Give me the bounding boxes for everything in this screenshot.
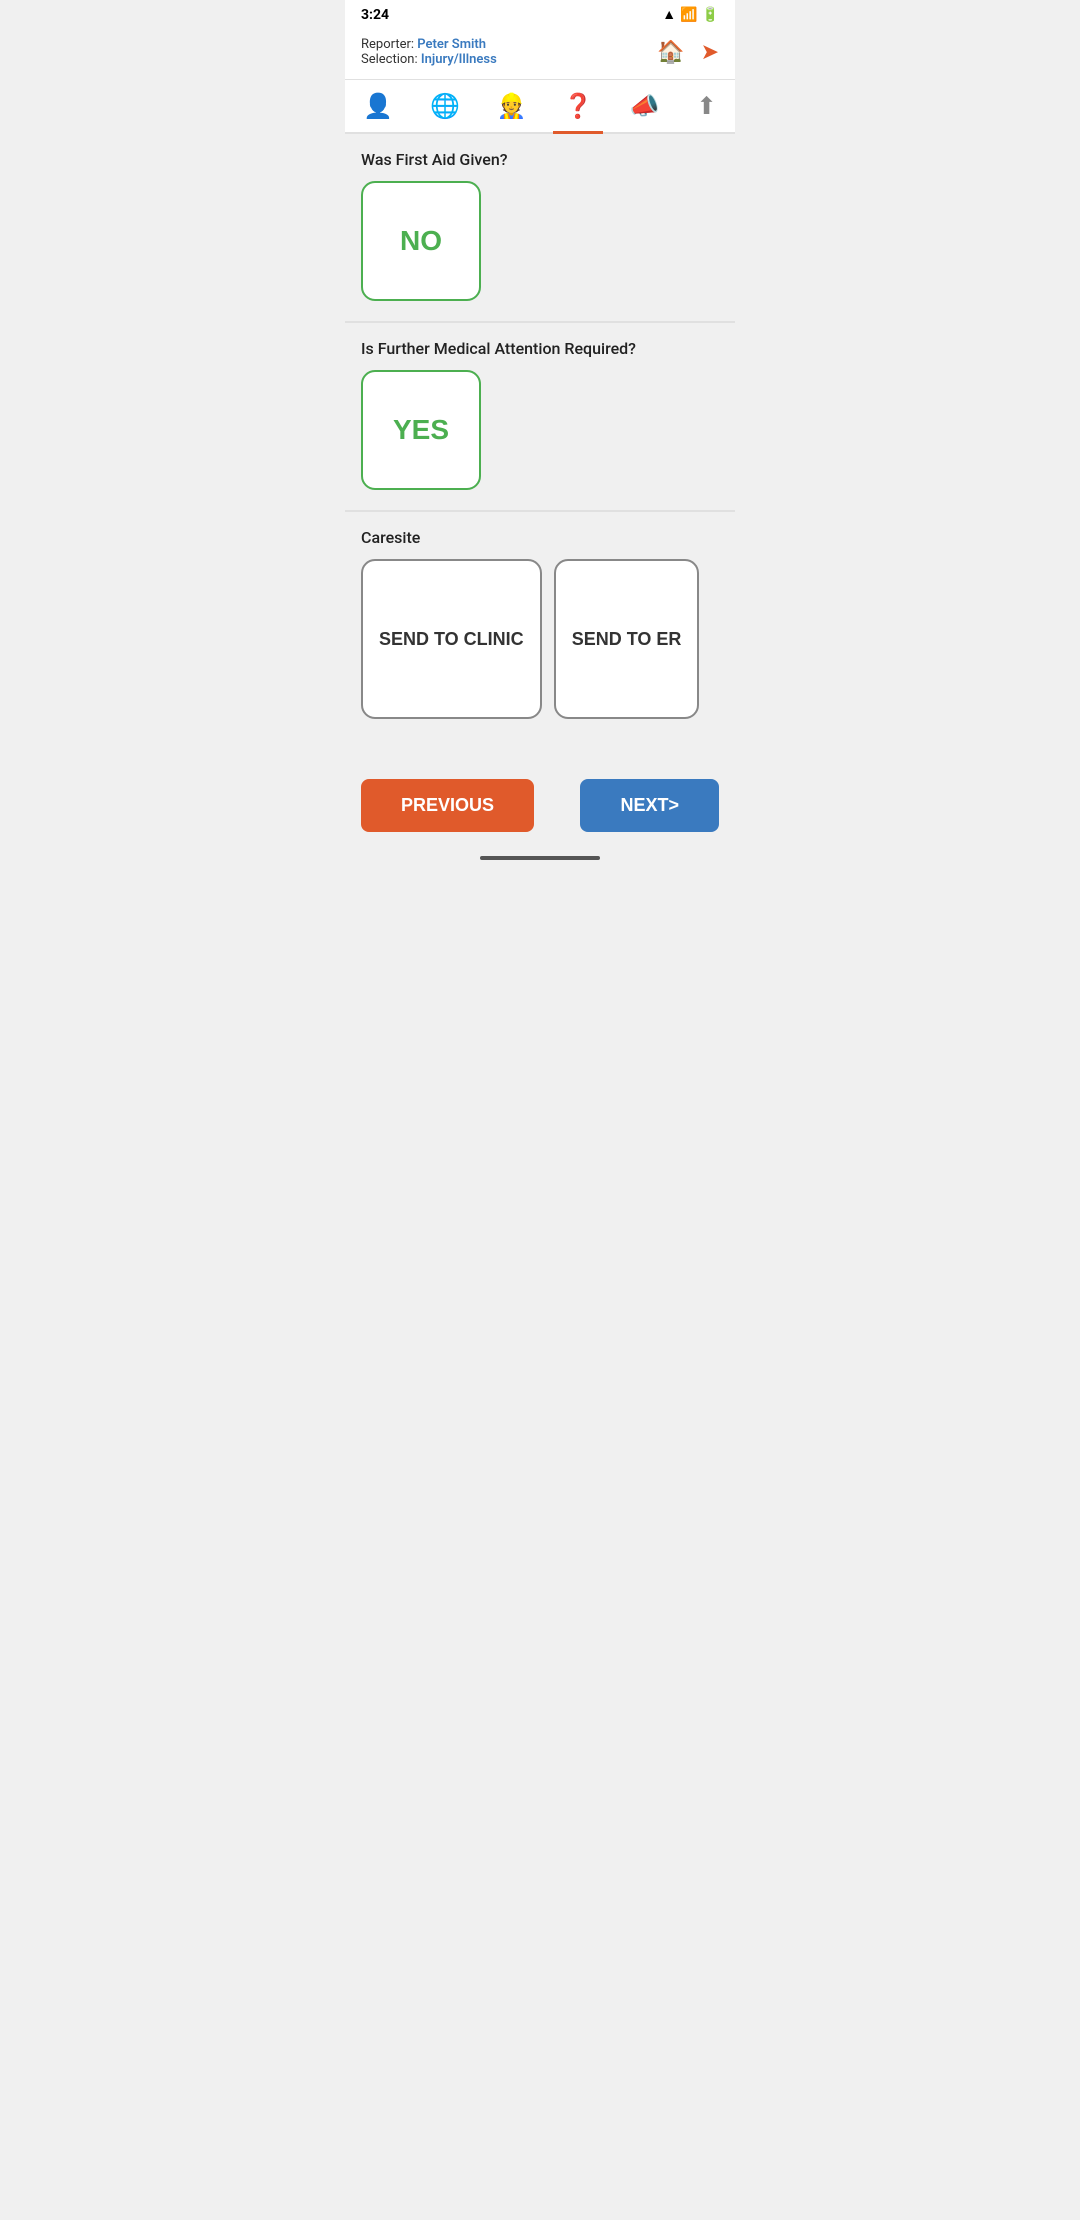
- tab-person[interactable]: 👤: [353, 86, 403, 126]
- divider-2: [345, 510, 735, 512]
- selection-line: Selection: Injury/Illness: [361, 52, 657, 67]
- first-aid-options: NO: [361, 181, 719, 301]
- upload-icon: ⬆: [696, 92, 716, 120]
- status-icons: ▲ 📶 🔋: [662, 6, 719, 23]
- wifi-icon: 📶: [680, 7, 697, 23]
- nav-tabs: 👤 🌐 👷 ❓ 📣 ⬆: [345, 80, 735, 134]
- tab-question[interactable]: ❓: [553, 86, 603, 126]
- reporter-line: Reporter: Peter Smith: [361, 37, 657, 52]
- battery-icon: 🔋: [702, 7, 719, 23]
- signal-icon: ▲: [662, 6, 676, 23]
- selection-label: Selection:: [361, 52, 418, 67]
- tab-worker[interactable]: 👷: [487, 86, 537, 126]
- first-aid-no-button[interactable]: NO: [361, 181, 481, 301]
- send-to-clinic-button[interactable]: SEND TO CLINIC: [361, 559, 542, 719]
- header-icons: 🏠 ➤: [657, 40, 719, 65]
- home-indicator: [345, 848, 735, 868]
- tab-megaphone[interactable]: 📣: [620, 86, 670, 126]
- caresite-label: Caresite: [361, 528, 719, 547]
- globe-icon: 🌐: [430, 92, 460, 120]
- next-button[interactable]: NEXT>: [580, 779, 719, 832]
- tab-upload[interactable]: ⬆: [686, 86, 726, 126]
- reporter-name: Peter Smith: [417, 37, 486, 52]
- megaphone-icon: 📣: [630, 92, 660, 120]
- content: Was First Aid Given? NO Is Further Medic…: [345, 134, 735, 755]
- previous-button[interactable]: PREVIOUS: [361, 779, 534, 832]
- medical-attention-question: Is Further Medical Attention Required?: [361, 339, 719, 358]
- caresite-options: SEND TO CLINIC SEND TO ER: [361, 559, 719, 719]
- home-indicator-bar: [480, 856, 600, 860]
- header-info: Reporter: Peter Smith Selection: Injury/…: [361, 37, 657, 67]
- first-aid-question: Was First Aid Given?: [361, 150, 719, 169]
- reporter-label: Reporter:: [361, 37, 414, 52]
- medical-attention-options: YES: [361, 370, 719, 490]
- person-icon: 👤: [363, 92, 393, 120]
- status-bar: 3:24 ▲ 📶 🔋: [345, 0, 735, 29]
- tab-globe[interactable]: 🌐: [420, 86, 470, 126]
- divider-1: [345, 321, 735, 323]
- header: Reporter: Peter Smith Selection: Injury/…: [345, 29, 735, 80]
- send-to-er-button[interactable]: SEND TO ER: [554, 559, 700, 719]
- home-icon[interactable]: 🏠: [657, 40, 684, 65]
- status-time: 3:24: [361, 7, 389, 23]
- question-icon: ❓: [563, 92, 593, 120]
- bottom-nav: PREVIOUS NEXT>: [345, 763, 735, 848]
- submit-icon[interactable]: ➤: [701, 40, 719, 65]
- medical-attention-yes-button[interactable]: YES: [361, 370, 481, 490]
- selection-value: Injury/Illness: [421, 52, 497, 67]
- worker-icon: 👷: [497, 92, 527, 120]
